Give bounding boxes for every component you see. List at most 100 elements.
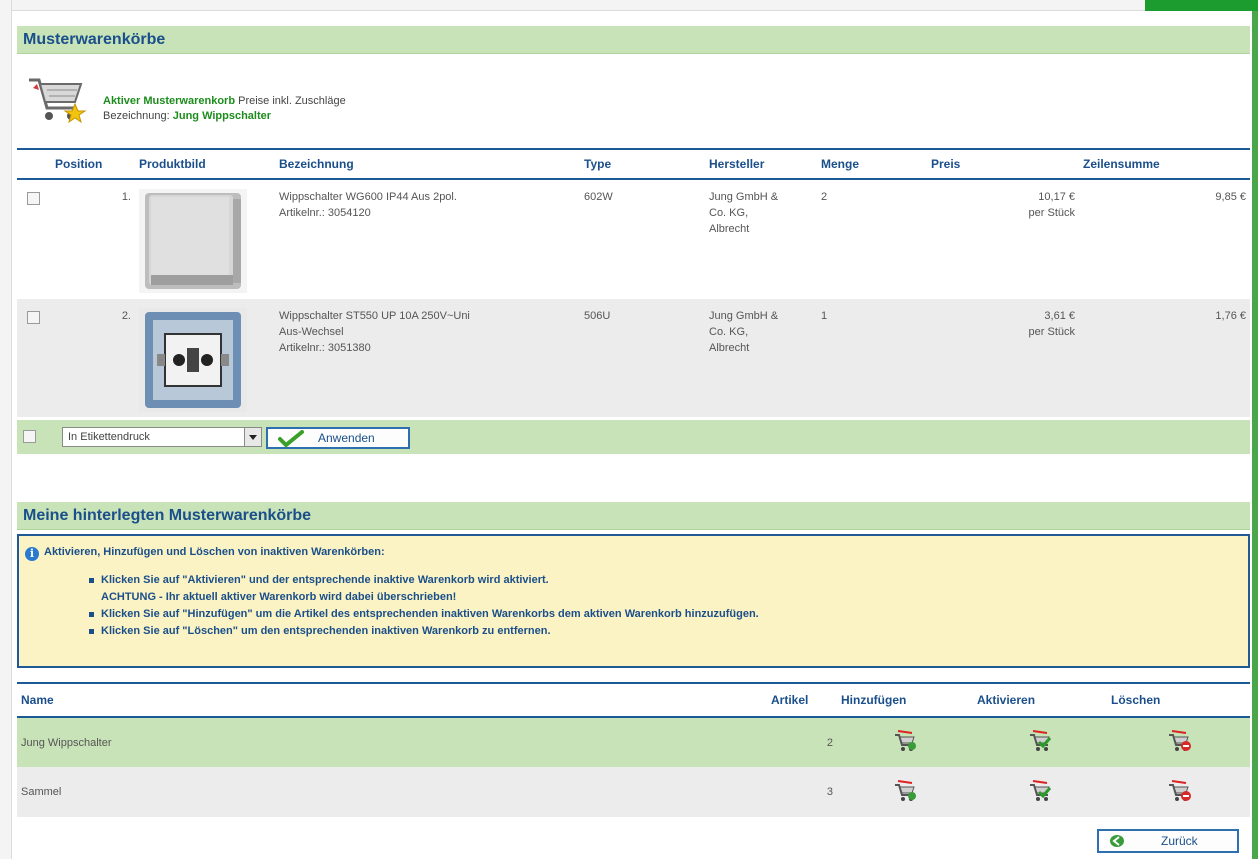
info-box: i Aktivieren, Hinzufügen und Löschen von … [17, 534, 1250, 668]
header-checkbox-col [17, 148, 51, 180]
cart-table-header: Position Produktbild Bezeichnung Type He… [17, 148, 1250, 180]
info-item-text: Klicken Sie auf "Löschen" um den entspre… [101, 625, 551, 637]
row-checkbox[interactable] [27, 192, 40, 205]
prices-note: Preise inkl. Zuschläge [238, 95, 346, 107]
cart-items-table: Position Produktbild Bezeichnung Type He… [17, 148, 1250, 417]
maker-line: Co. KG, [709, 207, 749, 219]
unit-price: 3,61 € [1044, 310, 1075, 322]
cart-delete-icon[interactable] [1166, 779, 1192, 803]
info-item-text: Klicken Sie auf "Aktivieren" und der ent… [101, 574, 549, 586]
header-delete: Löschen [1107, 682, 1250, 718]
cart-activate-icon[interactable] [1027, 729, 1053, 753]
header-maker: Hersteller [705, 148, 817, 180]
header-type: Type [580, 148, 705, 180]
header-position: Position [51, 148, 135, 180]
info-icon: i [25, 547, 39, 561]
product-name-line: Wippschalter ST550 UP 10A 250V~Uni [279, 310, 470, 322]
bullet-icon [89, 629, 94, 634]
bullet-icon [89, 612, 94, 617]
maker-line: Albrecht [709, 342, 750, 354]
row-maker: Jung GmbH & Co. KG, Albrecht [705, 299, 817, 417]
delete-cell [1107, 717, 1250, 767]
info-item-text: ACHTUNG - Ihr aktuell aktiver Warenkorb … [101, 591, 457, 603]
back-button[interactable]: Zurück [1097, 829, 1239, 853]
bulk-action-select[interactable]: In Etikettendruck [62, 427, 262, 447]
cart-add-icon[interactable] [892, 779, 918, 803]
add-cell [837, 767, 973, 817]
header-sum: Zeilensumme [1079, 148, 1250, 180]
product-name-line: Wippschalter WG600 IP44 Aus 2pol. [279, 191, 457, 203]
back-button-label: Zurück [1161, 834, 1198, 848]
info-item-text: Klicken Sie auf "Hinzufügen" um die Arti… [101, 608, 759, 620]
right-edge-bar [1252, 11, 1258, 859]
section-title-musterwarenkoerbe: Musterwarenkörbe [17, 26, 1250, 54]
product-image-switch-gray[interactable] [139, 189, 247, 293]
header-image: Produktbild [135, 148, 275, 180]
product-article-number: Artikelnr.: 3051380 [279, 342, 371, 354]
info-item: Klicken Sie auf "Hinzufügen" um die Arti… [89, 606, 759, 623]
activate-cell [973, 767, 1107, 817]
bullet-icon [89, 578, 94, 583]
apply-button-label: Anwenden [318, 431, 375, 445]
product-name-line: Aus-Wechsel [279, 326, 344, 338]
maker-line: Co. KG, [709, 326, 749, 338]
row-maker: Jung GmbH & Co. KG, Albrecht [705, 179, 817, 299]
active-cart-text: Aktiver Musterwarenkorb Preise inkl. Zus… [103, 94, 346, 124]
table-row: 2. Wippschalter ST550 UP 10A 250V~Uni Au… [17, 299, 1250, 417]
shopping-cart-star-icon [29, 78, 87, 124]
product-image-cell [135, 299, 275, 417]
add-cell [837, 717, 973, 767]
row-sum: 9,85 € [1079, 179, 1250, 299]
price-unit: per Stück [1028, 207, 1075, 219]
activate-cell [973, 717, 1107, 767]
active-cart-label: Aktiver Musterwarenkorb [103, 95, 236, 107]
bulk-action-bar: In Etikettendruck Anwenden [17, 420, 1250, 454]
cart-add-icon[interactable] [892, 729, 918, 753]
product-image-cell [135, 179, 275, 299]
header-add: Hinzufügen [837, 682, 973, 718]
cart-name-label: Bezeichnung: [103, 110, 170, 122]
table-row: Sammel 3 [17, 767, 1250, 817]
apply-button[interactable]: Anwenden [266, 427, 410, 449]
active-cart-info: Aktiver Musterwarenkorb Preise inkl. Zus… [17, 64, 917, 134]
info-item-warning: ACHTUNG - Ihr aktuell aktiver Warenkorb … [89, 589, 759, 606]
row-type: 602W [580, 179, 705, 299]
unit-price: 10,17 € [1038, 191, 1075, 203]
window-top-frame [0, 0, 1258, 11]
back-arrow-icon [1110, 835, 1124, 847]
row-product-name: Wippschalter ST550 UP 10A 250V~Uni Aus-W… [275, 299, 580, 417]
cart-delete-icon[interactable] [1166, 729, 1192, 753]
table-row: Jung Wippschalter 2 [17, 717, 1250, 767]
row-type: 506U [580, 299, 705, 417]
row-position: 1. [51, 179, 135, 299]
row-qty: 2 [817, 179, 927, 299]
delete-cell [1107, 767, 1250, 817]
corner-tab [1145, 0, 1258, 11]
section-title-saved-carts: Meine hinterlegten Musterwarenkörbe [17, 502, 1250, 530]
maker-line: Jung GmbH & [709, 310, 779, 322]
saved-cart-name: Sammel [17, 767, 767, 817]
info-list: Klicken Sie auf "Aktivieren" und der ent… [89, 572, 759, 640]
header-qty: Menge [817, 148, 927, 180]
price-unit: per Stück [1028, 326, 1075, 338]
row-checkbox[interactable] [27, 311, 40, 324]
maker-line: Jung GmbH & [709, 191, 779, 203]
product-image-switch-insert[interactable] [139, 308, 247, 412]
window-left-frame [0, 0, 12, 859]
table-row: 1. Wippschalter WG600 IP44 Aus 2pol. Art… [17, 179, 1250, 299]
info-title: i Aktivieren, Hinzufügen und Löschen von … [25, 544, 385, 561]
cart-name-value: Jung Wippschalter [172, 110, 272, 122]
info-title-text: Aktivieren, Hinzufügen und Löschen von i… [44, 546, 385, 558]
maker-line: Albrecht [709, 223, 750, 235]
select-all-checkbox[interactable] [23, 430, 36, 443]
info-item: Klicken Sie auf "Löschen" um den entspre… [89, 623, 759, 640]
row-price: 10,17 € per Stück [927, 179, 1079, 299]
header-price: Preis [927, 148, 1079, 180]
cart-activate-icon[interactable] [1027, 779, 1053, 803]
chevron-down-icon[interactable] [244, 428, 261, 446]
header-cart-name: Name [17, 682, 767, 718]
row-sum: 1,76 € [1079, 299, 1250, 417]
header-name: Bezeichnung [275, 148, 580, 180]
checkmark-icon [278, 430, 304, 448]
row-price: 3,61 € per Stück [927, 299, 1079, 417]
